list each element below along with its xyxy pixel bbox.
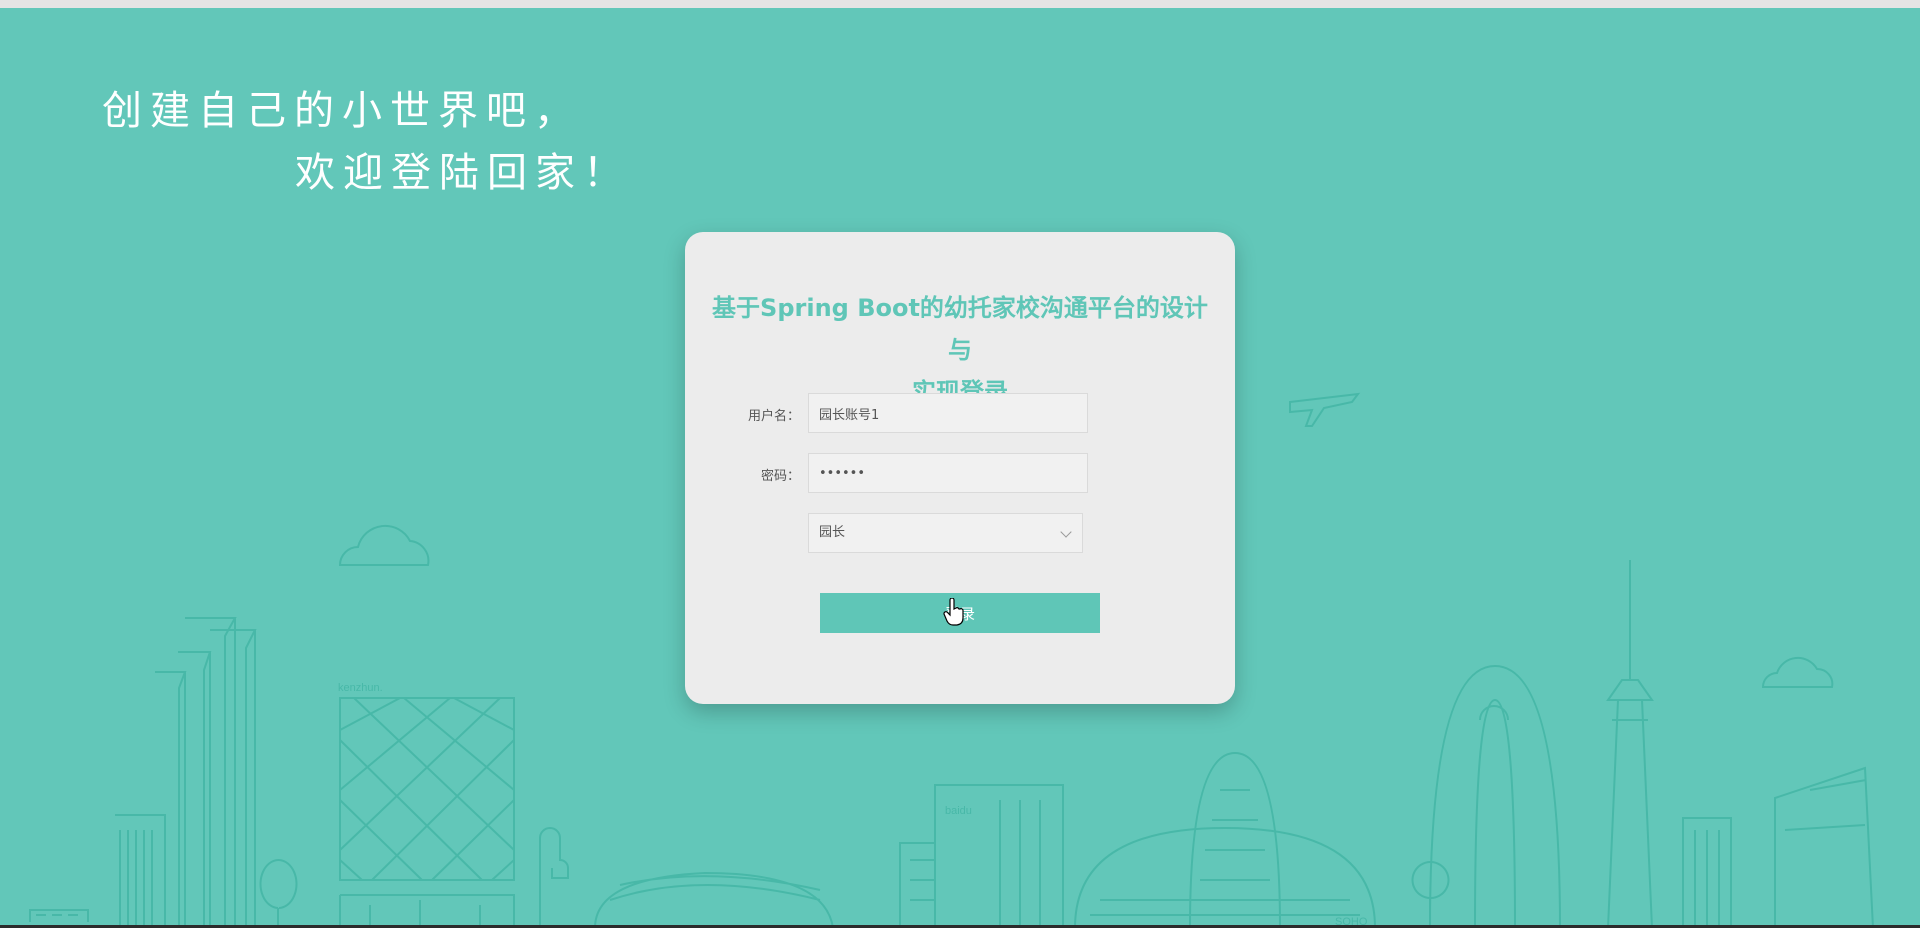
slogan-line-1: 创建自己的小世界吧，: [102, 88, 582, 134]
username-input[interactable]: [808, 393, 1088, 433]
hand-pointer-cursor-icon: [943, 598, 964, 626]
chevron-down-icon: [1060, 526, 1072, 538]
cloud-left: [338, 524, 430, 566]
login-title-line-1: 基于Spring Boot的幼托家校沟通平台的设计与: [712, 294, 1208, 364]
role-select-value: 园长: [819, 525, 846, 540]
login-card: 基于Spring Boot的幼托家校沟通平台的设计与 实现登录 用户名： 密码：…: [685, 232, 1235, 704]
username-label: 用户名：: [747, 409, 800, 424]
slogan-line-2: 欢迎登陆回家！: [295, 150, 631, 196]
password-label: 密码：: [760, 469, 800, 484]
baidu-label: baidu: [945, 805, 972, 817]
airplane: [1289, 392, 1361, 427]
password-input[interactable]: [808, 453, 1088, 493]
kenzhun-label: kenzhun.: [338, 682, 383, 694]
role-select[interactable]: 园长: [808, 513, 1083, 553]
cloud-right: [1761, 656, 1834, 688]
